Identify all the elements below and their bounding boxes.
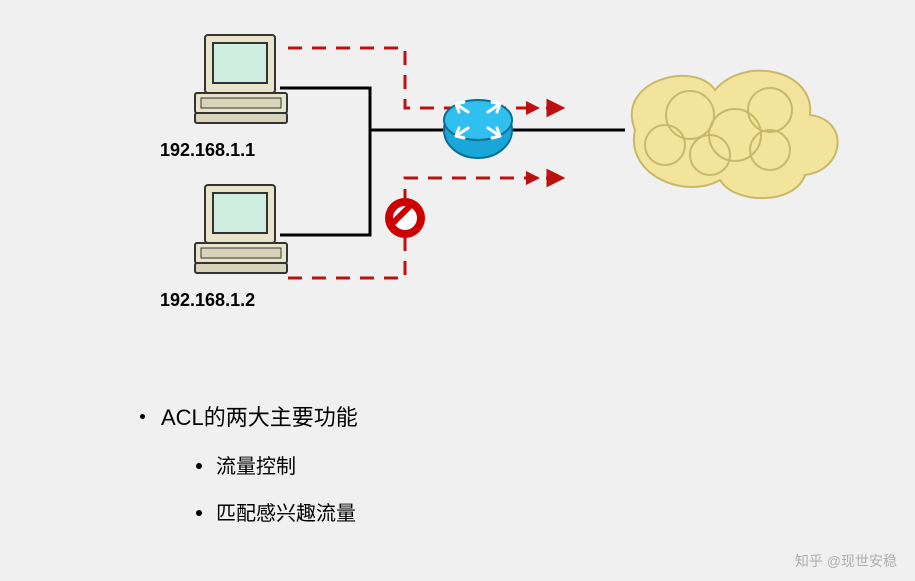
bullet-list: ACL的两大主要功能 流量控制 匹配感兴趣流量 [140, 400, 358, 526]
flow-path-permitted [288, 48, 540, 108]
sub-text-1: 流量控制 [216, 456, 296, 478]
heading-text: ACL的两大主要功能 [161, 405, 358, 430]
sub-bullet-2: 匹配感兴趣流量 [196, 497, 358, 526]
watermark-text: 知乎 @现世安稳 [795, 551, 897, 571]
ip-label-host1: 192.168.1.1 [160, 140, 255, 161]
heading-line: ACL的两大主要功能 [140, 400, 358, 432]
host-computer-icon [195, 185, 287, 273]
arrow-icon [526, 171, 562, 185]
sub-bullet-1: 流量控制 [196, 450, 358, 479]
host-computer-icon [195, 35, 287, 123]
bullet-icon [140, 414, 145, 419]
arrow-icon [526, 101, 562, 115]
bullet-icon [196, 510, 202, 516]
network-diagram [0, 0, 915, 360]
acl-diagram-slide: 192.168.1.1 192.168.1.2 ACL的两大主要功能 流量控制 … [0, 0, 915, 581]
ip-label-host2: 192.168.1.2 [160, 290, 255, 311]
deny-icon [385, 198, 425, 238]
sub-text-2: 匹配感兴趣流量 [216, 503, 356, 525]
bullet-icon [196, 463, 202, 469]
cloud-icon [632, 71, 838, 199]
router-icon [444, 100, 512, 158]
